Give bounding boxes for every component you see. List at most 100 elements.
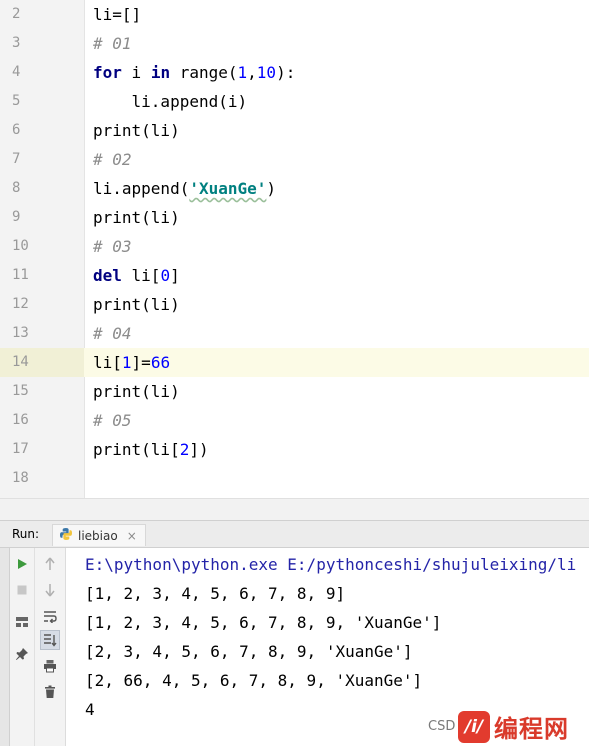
pin-icon[interactable] xyxy=(12,644,32,664)
run-panel-header: Run: liebiao × xyxy=(0,520,589,548)
editor-horizontal-scrollbar[interactable] xyxy=(0,498,589,520)
code-line[interactable]: 11 del li[0] xyxy=(0,261,589,290)
run-toolbar-right xyxy=(35,548,66,746)
code-token: 2 xyxy=(179,440,190,459)
code-text: print(li[2]) xyxy=(93,435,209,464)
code-line[interactable]: 4 for i in range(1,10): xyxy=(0,58,589,87)
line-number: 4 xyxy=(12,64,21,80)
code-text: print(li) xyxy=(93,290,180,319)
code-token: li[ xyxy=(93,353,122,372)
code-token: # 01 xyxy=(93,34,132,53)
code-line[interactable]: 7 # 02 xyxy=(0,145,589,174)
line-number: 13 xyxy=(12,325,29,341)
code-text: # 02 xyxy=(93,145,132,174)
line-number: 8 xyxy=(12,180,21,196)
line-number: 3 xyxy=(12,35,21,51)
line-number: 14 xyxy=(0,348,84,377)
line-number: 12 xyxy=(12,296,29,312)
code-text: print(li) xyxy=(93,377,180,406)
code-token: , xyxy=(247,63,257,82)
code-text: for i in range(1,10): xyxy=(93,58,295,87)
up-arrow-icon[interactable] xyxy=(40,554,60,574)
code-line[interactable]: 12 print(li) xyxy=(0,290,589,319)
structure-side-strip[interactable] xyxy=(0,548,10,746)
run-icon[interactable] xyxy=(12,554,32,574)
down-arrow-icon[interactable] xyxy=(40,580,60,600)
code-line[interactable]: 17 print(li[2]) xyxy=(0,435,589,464)
code-token: li.append( xyxy=(93,179,190,198)
watermark-brand: 编程网 xyxy=(494,715,569,743)
line-number: 7 xyxy=(12,151,21,167)
code-token: del xyxy=(93,266,122,285)
line-number: 10 xyxy=(12,238,29,254)
close-icon[interactable]: × xyxy=(127,529,137,543)
code-line[interactable]: 18 xyxy=(0,464,589,493)
code-text: del li[0] xyxy=(93,261,180,290)
code-text: li.append('XuanGe') xyxy=(93,174,276,203)
line-number: 15 xyxy=(12,383,29,399)
code-line[interactable]: 10 # 03 xyxy=(0,232,589,261)
code-token: 10 xyxy=(256,63,277,82)
code-token: 0 xyxy=(160,266,171,285)
code-token: range( xyxy=(170,63,238,82)
code-text: # 05 xyxy=(93,406,132,435)
run-toolbar-left xyxy=(10,548,35,746)
code-text: print(li) xyxy=(93,203,180,232)
code-line[interactable]: 13 # 04 xyxy=(0,319,589,348)
line-number: 9 xyxy=(12,209,21,225)
code-token: print(li) xyxy=(93,295,180,314)
code-line[interactable]: 9 print(li) xyxy=(0,203,589,232)
code-token: in xyxy=(150,63,171,82)
code-line[interactable]: 6 print(li) xyxy=(0,116,589,145)
code-token: for xyxy=(93,63,122,82)
code-token: print(li) xyxy=(93,382,180,401)
console-output-line: [1, 2, 3, 4, 5, 6, 7, 8, 9, 'XuanGe'] xyxy=(85,613,442,632)
code-editor[interactable]: 2 li=[] 3 # 01 4 for i in range(1,10): 5 li.ap… xyxy=(0,0,589,498)
code-token: # 03 xyxy=(93,237,132,256)
console-output-line: [2, 3, 4, 5, 6, 7, 8, 9, 'XuanGe'] xyxy=(85,642,413,661)
code-token: print(li) xyxy=(93,121,180,140)
stop-icon[interactable] xyxy=(12,580,32,600)
code-token: i xyxy=(121,63,151,82)
code-token: 1 xyxy=(121,353,132,372)
trash-icon[interactable] xyxy=(40,682,60,702)
run-tab-label: liebiao xyxy=(78,528,118,543)
code-text: li.append(i) xyxy=(93,87,248,116)
console-output[interactable]: E:\python\python.exe E:/pythonceshi/shuj… xyxy=(85,550,576,724)
code-line[interactable]: 8 li.append('XuanGe') xyxy=(0,174,589,203)
soft-wrap-icon[interactable] xyxy=(40,606,60,626)
scroll-to-end-icon[interactable] xyxy=(40,630,60,650)
line-number: 6 xyxy=(12,122,21,138)
run-label: Run: xyxy=(12,527,40,541)
line-number: 17 xyxy=(12,441,29,457)
code-token: 66 xyxy=(150,353,171,372)
code-line[interactable]: 3 # 01 xyxy=(0,29,589,58)
code-text: li[1]=66 xyxy=(93,348,170,377)
code-line[interactable]: 14 li[1]=66 xyxy=(0,348,589,377)
run-tab-liebiao[interactable]: liebiao × xyxy=(52,524,146,546)
code-line[interactable]: 15 print(li) xyxy=(0,377,589,406)
code-token: print(li) xyxy=(93,208,180,227)
console-output-line: [2, 66, 4, 5, 6, 7, 8, 9, 'XuanGe'] xyxy=(85,671,423,690)
code-text: print(li) xyxy=(93,116,180,145)
layout-icon[interactable] xyxy=(12,612,32,632)
code-token: 'XuanGe' xyxy=(189,179,267,198)
line-number: 2 xyxy=(12,6,21,22)
code-token: ] xyxy=(170,266,180,285)
print-icon[interactable] xyxy=(40,656,60,676)
code-token: 1 xyxy=(237,63,248,82)
line-number: 16 xyxy=(12,412,29,428)
line-number: 5 xyxy=(12,93,21,109)
code-token: ): xyxy=(276,63,296,82)
code-token: li[ xyxy=(121,266,161,285)
code-token: ]= xyxy=(131,353,151,372)
code-token: # 05 xyxy=(93,411,132,430)
code-line[interactable]: 2 li=[] xyxy=(0,0,589,29)
code-text: # 04 xyxy=(93,319,132,348)
console-command-line: E:\python\python.exe E:/pythonceshi/shuj… xyxy=(85,555,577,574)
code-line[interactable]: 16 # 05 xyxy=(0,406,589,435)
code-token: li.append(i) xyxy=(93,92,248,111)
code-text: # 03 xyxy=(93,232,132,261)
code-token: print(li[ xyxy=(93,440,180,459)
code-line[interactable]: 5 li.append(i) xyxy=(0,87,589,116)
